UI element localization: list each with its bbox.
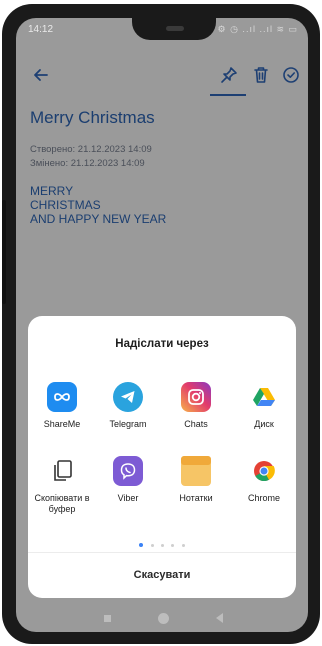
share-app-label: Viber <box>117 493 139 503</box>
notes-icon <box>181 456 211 486</box>
chrome-icon <box>249 456 279 486</box>
share-app-copy[interactable]: Скопіювати в буфер <box>30 456 94 515</box>
share-sheet-title: Надіслати через <box>115 338 209 350</box>
note-toolbar <box>16 56 308 96</box>
share-app-chats[interactable]: Chats <box>164 382 228 430</box>
copy-icon <box>47 456 77 486</box>
phone-frame: 14:12 ◔ ⚙ ◷ ..ıl ..ıl ≋ ▭ Merry Christma… <box>2 4 320 644</box>
speaker-grille <box>166 26 184 31</box>
viber-icon <box>113 456 143 486</box>
share-app-label: Нотатки <box>179 493 213 503</box>
arrow-left-icon <box>34 69 48 81</box>
check-circle-icon <box>283 67 299 83</box>
status-icons: ◔ ⚙ ◷ ..ıl ..ıl ≋ ▭ <box>207 24 298 34</box>
status-time: 14:12 <box>28 24 54 35</box>
screen: 14:12 ◔ ⚙ ◷ ..ıl ..ıl ≋ ▭ Merry Christma… <box>16 18 308 632</box>
done-button[interactable] <box>278 62 304 88</box>
share-app-drive[interactable]: Диск <box>232 382 296 430</box>
note-body-line: AND HAPPY NEW YEAR <box>30 212 167 226</box>
note-body-line: CHRISTMAS <box>30 198 101 212</box>
side-button <box>2 200 6 304</box>
share-app-label: Диск <box>254 419 274 429</box>
back-button[interactable] <box>28 62 54 88</box>
page-dot[interactable] <box>161 544 164 547</box>
share-app-label: Скопіювати в буфер <box>34 493 90 514</box>
page-dot-active[interactable] <box>139 543 144 547</box>
note-body[interactable]: MERRY CHRISTMAS AND HAPPY NEW YEAR <box>30 184 166 226</box>
delete-button[interactable] <box>248 62 274 88</box>
share-app-telegram[interactable]: Telegram <box>96 382 160 430</box>
cancel-button[interactable]: Скасувати <box>28 553 296 598</box>
share-app-label: Telegram <box>109 419 147 429</box>
page-dot[interactable] <box>150 544 154 547</box>
share-app-chrome[interactable]: Chrome <box>232 456 296 504</box>
pin-icon <box>221 67 237 83</box>
note-title[interactable]: Merry Christmas <box>30 108 155 128</box>
pin-active-indicator <box>210 94 246 96</box>
trash-icon <box>254 67 268 83</box>
instagram-icon <box>181 382 211 412</box>
share-app-label: Chrome <box>247 493 280 503</box>
telegram-icon <box>113 382 143 412</box>
system-nav-bar <box>16 606 308 632</box>
created-date: Створено: 21.12.2023 14:09 <box>30 144 152 155</box>
share-app-shareme[interactable]: ShareMe <box>30 382 94 430</box>
page-dot[interactable] <box>181 544 185 547</box>
share-app-label: ShareMe <box>43 419 81 429</box>
share-app-viber[interactable]: Viber <box>96 456 160 504</box>
recents-icon[interactable] <box>104 615 111 622</box>
page-dot[interactable] <box>171 544 175 547</box>
share-app-label: Chats <box>184 419 208 429</box>
modified-date: Змінено: 21.12.2023 14:09 <box>30 158 145 169</box>
note-body-line: MERRY <box>30 184 74 198</box>
camera-notch <box>132 18 216 40</box>
page-indicator <box>28 534 296 552</box>
share-sheet: Надіслати через ShareMe Telegram Chats Д… <box>28 316 296 598</box>
shareme-icon <box>47 382 77 412</box>
back-icon[interactable] <box>216 613 223 623</box>
google-drive-icon <box>249 382 279 412</box>
share-app-notes[interactable]: Нотатки <box>164 456 228 504</box>
home-icon[interactable] <box>158 613 169 624</box>
pin-button[interactable] <box>216 62 242 88</box>
